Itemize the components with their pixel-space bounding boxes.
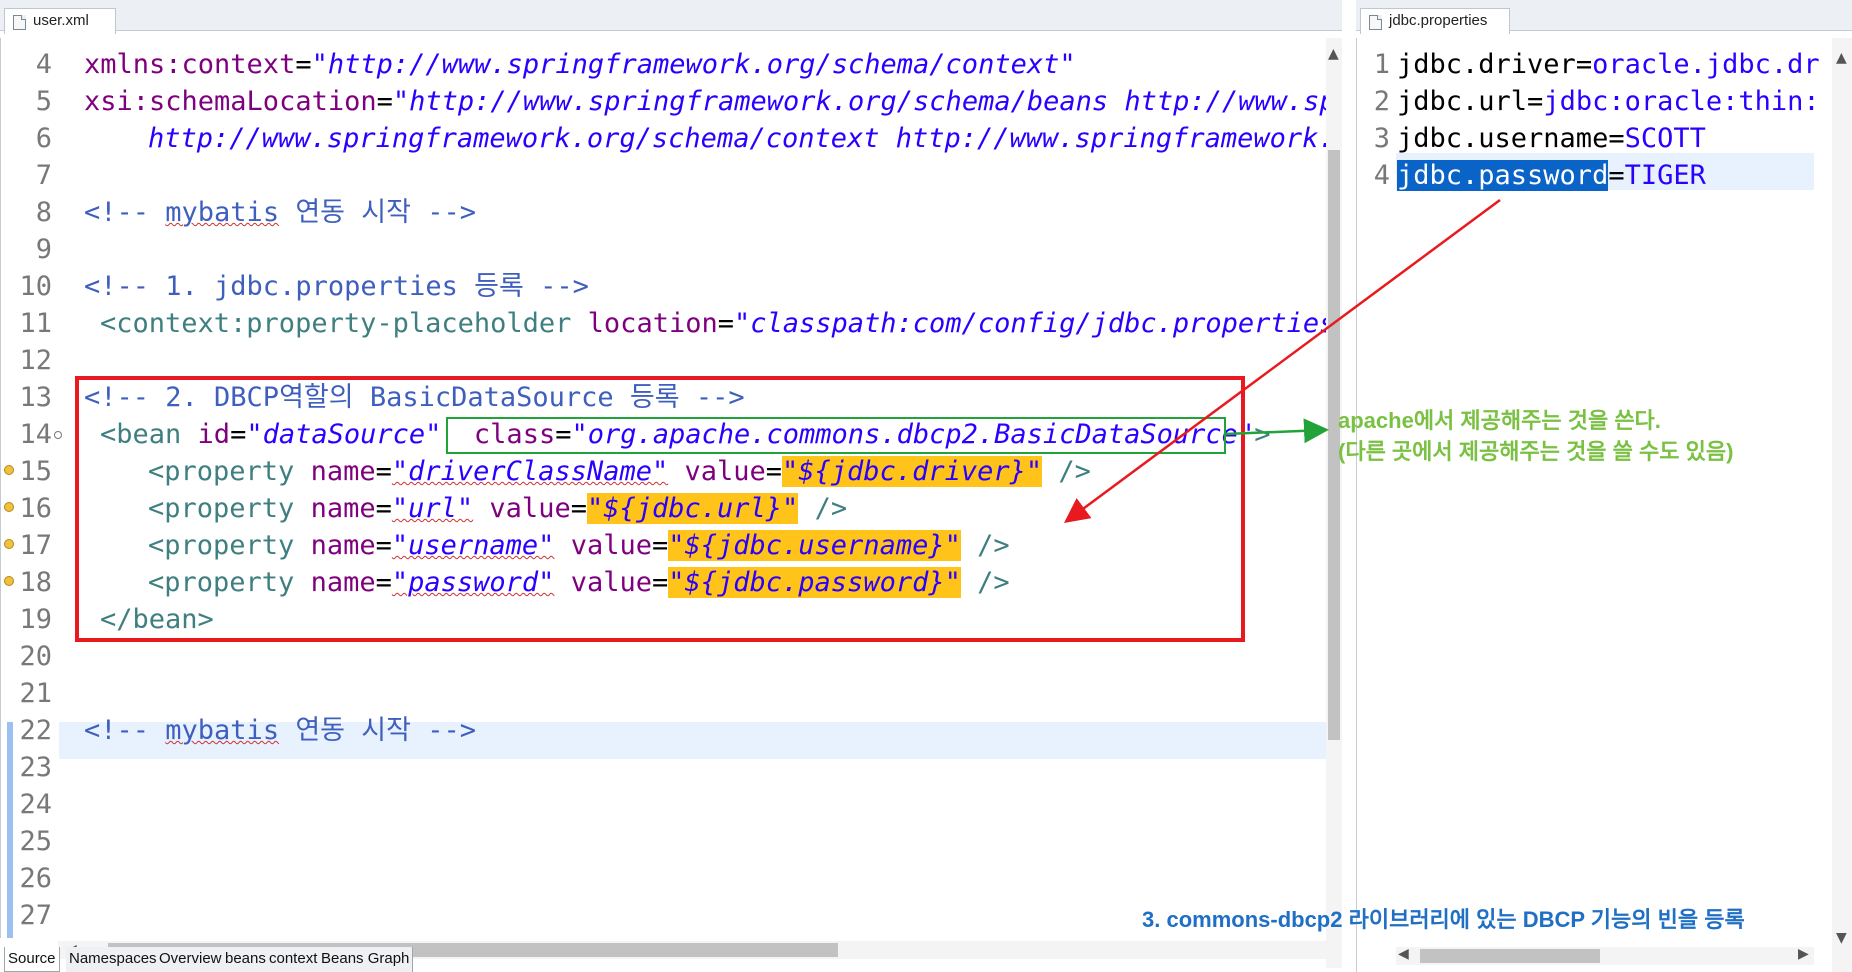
red-arrow: [1063, 198, 1501, 523]
green-arrow: [1225, 418, 1329, 444]
apache-note-line1: apache에서 제공해주는 것을 쓴다.: [1338, 408, 1661, 433]
annotation-arrows: [1063, 198, 1501, 523]
apache-note-line2: (다른 곳에서 제공해주는 것을 쓸 수도 있음): [1338, 439, 1734, 464]
dbcp-note: 3. commons-dbcp2 라이브러리에 있는 DBCP 기능의 빈을 등…: [1142, 907, 1745, 932]
